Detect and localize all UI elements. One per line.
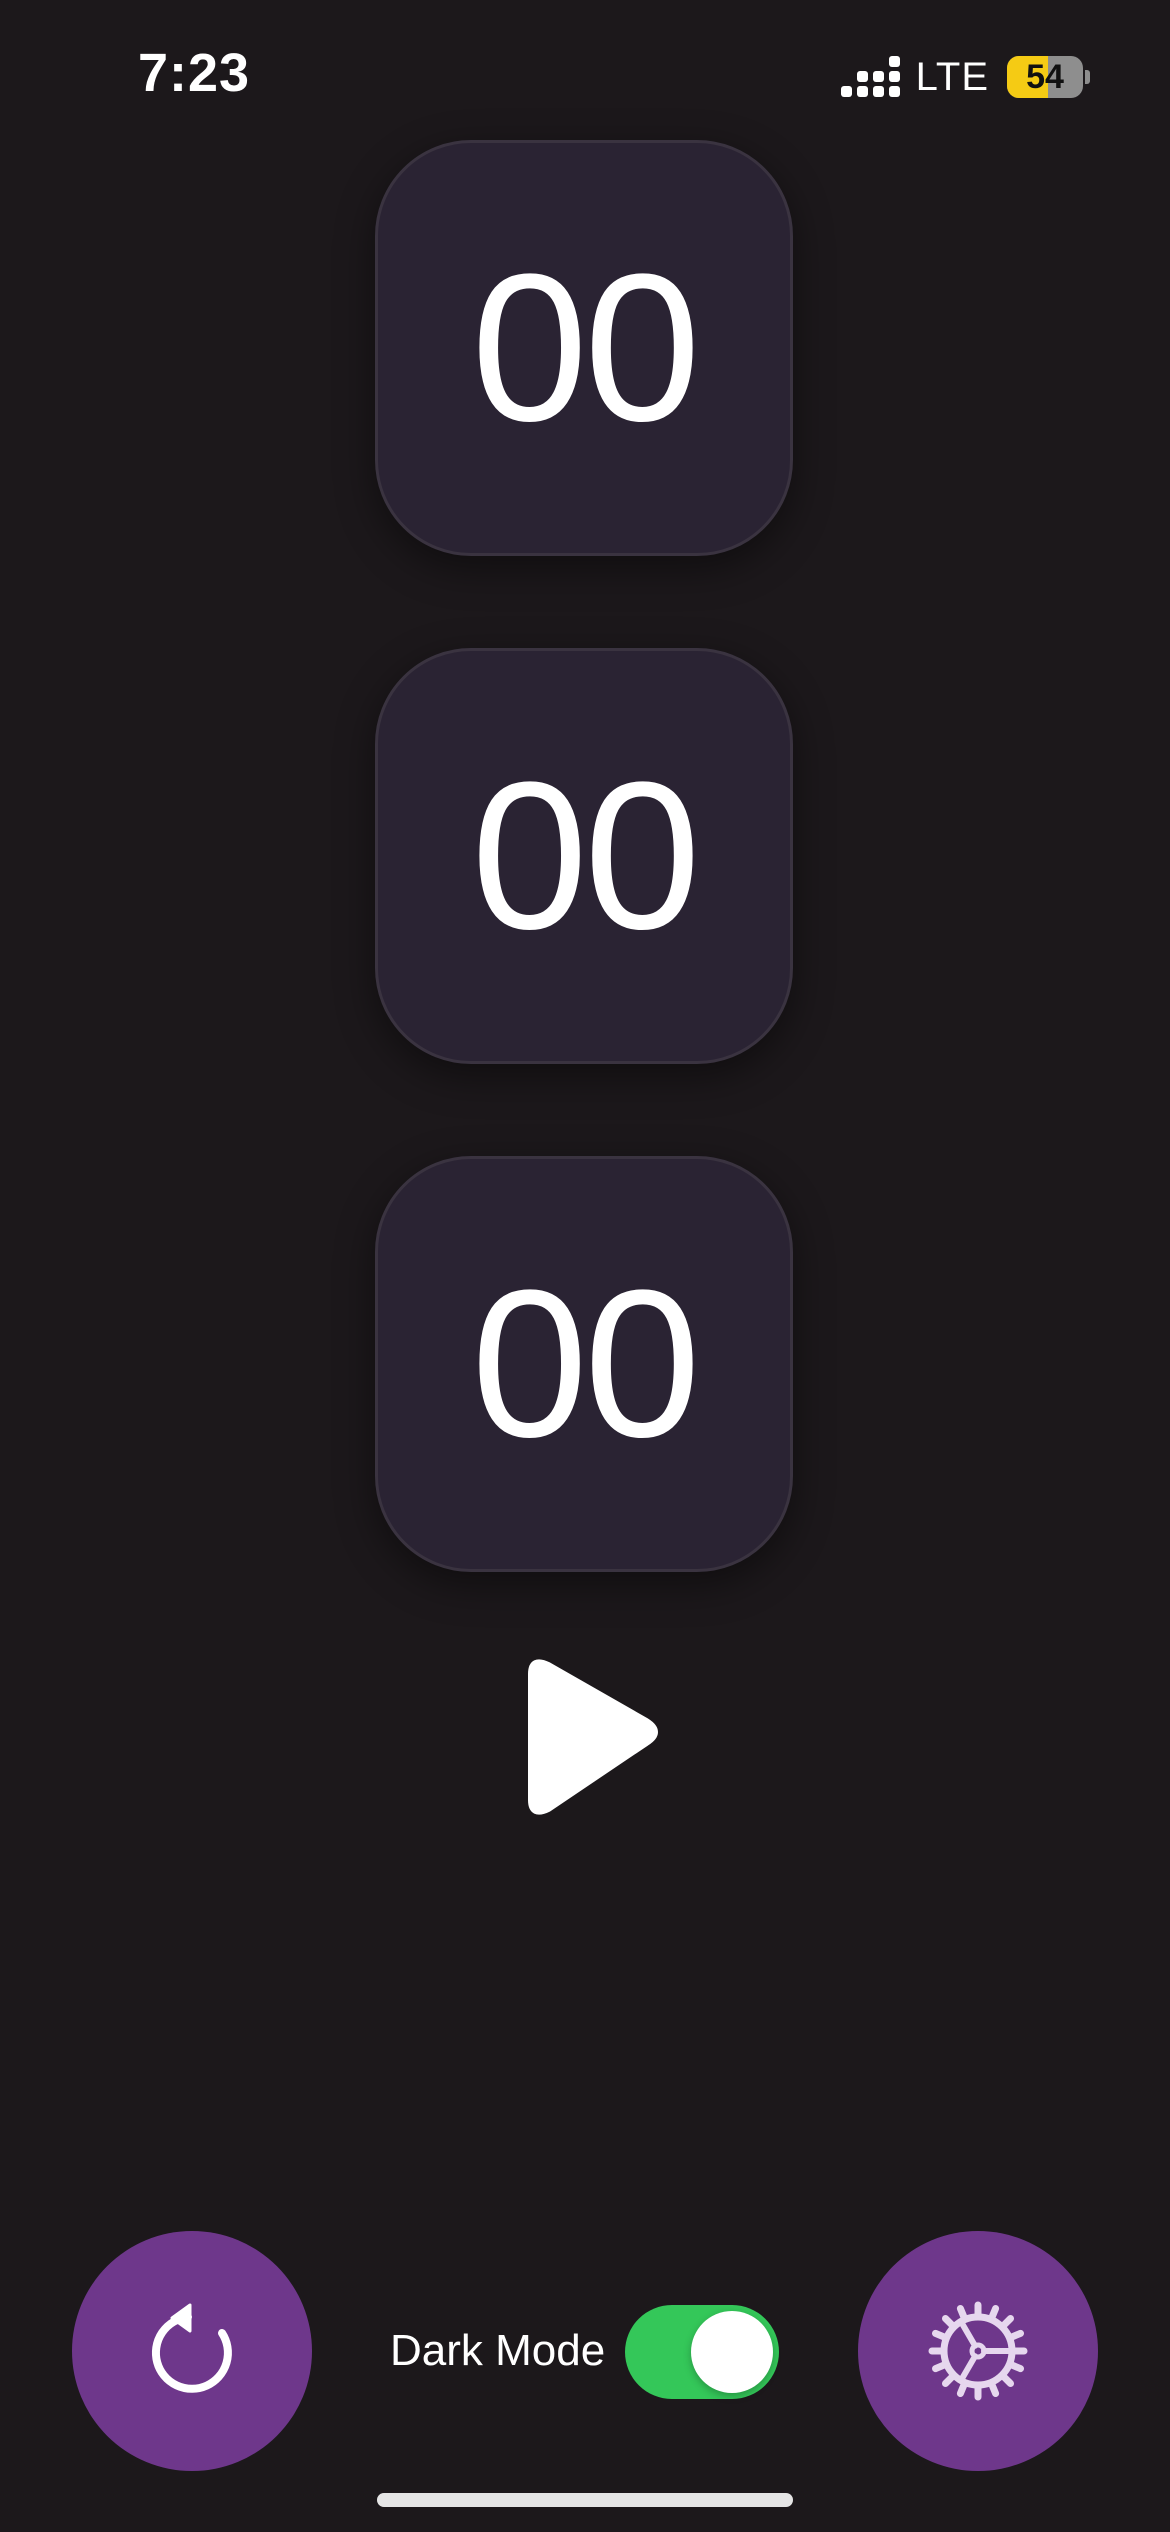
signal-icon: [840, 56, 900, 97]
gear-tooth: [999, 2314, 1015, 2330]
gear-tooth: [932, 2361, 949, 2373]
battery-level: 54: [1026, 57, 1064, 96]
reset-button[interactable]: [72, 2231, 312, 2471]
battery-icon: 54: [1007, 56, 1083, 98]
minutes-value: 00: [471, 738, 701, 973]
gear-tooth: [941, 2314, 957, 2330]
seconds-value: 00: [471, 1246, 701, 1481]
gear-tooth: [932, 2329, 949, 2341]
gear-tooth: [999, 2372, 1015, 2388]
gear-tooth: [1007, 2361, 1024, 2373]
play-icon: [528, 1659, 658, 1815]
reset-icon: [151, 2303, 232, 2393]
battery-cap: [1085, 70, 1090, 84]
gear-tooth: [956, 2305, 968, 2322]
play-button[interactable]: [518, 1656, 668, 1818]
status-time: 7:23: [138, 43, 251, 103]
gear-tooth: [988, 2305, 1000, 2322]
toggle-knob: [691, 2311, 773, 2393]
gear-icon: [928, 2301, 1028, 2401]
network-type: LTE: [915, 54, 989, 99]
settings-button[interactable]: [858, 2231, 1098, 2471]
dark-mode-toggle[interactable]: [625, 2305, 779, 2399]
hours-card[interactable]: 00: [375, 140, 793, 556]
gear-tooth: [941, 2372, 957, 2388]
minutes-card[interactable]: 00: [375, 648, 793, 1064]
seconds-card[interactable]: 00: [375, 1156, 793, 1572]
dark-mode-label: Dark Mode: [390, 2326, 606, 2375]
status-indicators: LTE 54: [840, 52, 1090, 102]
hours-value: 00: [471, 230, 701, 465]
gear-tooth: [1007, 2329, 1024, 2341]
gear-tooth: [988, 2380, 1000, 2397]
home-indicator[interactable]: [377, 2493, 793, 2507]
gear-tooth: [956, 2380, 968, 2397]
